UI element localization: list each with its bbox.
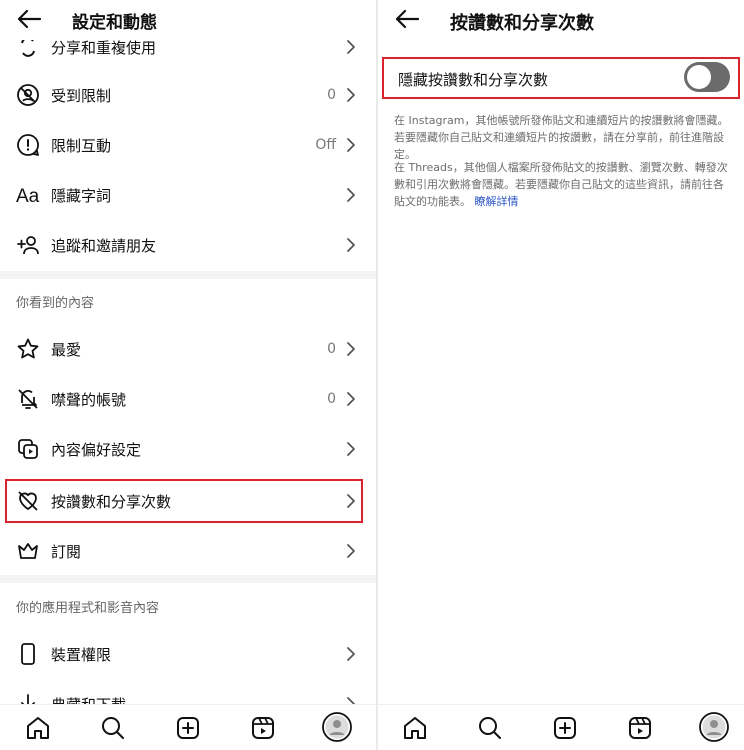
- settings-item-label: 裝置權限: [51, 645, 112, 664]
- chevron-right-icon: [347, 442, 355, 456]
- profile-icon[interactable]: [699, 712, 729, 742]
- reels-icon[interactable]: [250, 715, 276, 741]
- settings-item-label: 限制互動: [51, 136, 112, 155]
- create-icon[interactable]: [175, 715, 201, 741]
- settings-item-device-permissions[interactable]: 裝置權限: [0, 629, 376, 679]
- bottom-nav: [0, 704, 376, 750]
- like-share-counts-panel: 按讚數和分享次數 隱藏按讚數和分享次數 在 Instagram，其他帳號所發佈貼…: [378, 0, 744, 750]
- create-icon[interactable]: [552, 715, 578, 741]
- add-person-icon: [16, 233, 40, 257]
- settings-item-label: 受到限制: [51, 86, 112, 105]
- content-preferences-icon: [16, 437, 40, 461]
- section-heading: 你的應用程式和影音內容: [16, 601, 160, 616]
- highlight-box: [5, 479, 363, 523]
- header: 按讚數和分享次數: [378, 0, 744, 40]
- back-arrow-icon[interactable]: [394, 8, 420, 30]
- back-arrow-icon[interactable]: [16, 8, 42, 30]
- text-aa-icon: Aa: [16, 183, 40, 207]
- highlight-box: [382, 57, 740, 99]
- chevron-right-icon: [347, 40, 355, 54]
- settings-item-value: 0: [327, 391, 336, 407]
- settings-item-restricted[interactable]: 受到限制 0: [0, 70, 376, 120]
- instagram-description: 在 Instagram，其他帳號所發佈貼文和連續短片的按讚數將會隱藏。若要隱藏你…: [394, 114, 729, 161]
- profile-icon[interactable]: [322, 712, 352, 742]
- settings-item-subscriptions[interactable]: 訂閱: [0, 526, 376, 576]
- settings-item-muted-accounts[interactable]: 噤聲的帳號 0: [0, 374, 376, 424]
- settings-item-value: 0: [327, 87, 336, 103]
- muted-bell-icon: [16, 387, 40, 411]
- chevron-right-icon: [347, 138, 355, 152]
- svg-text:Aa: Aa: [16, 186, 40, 207]
- settings-item-limit-interactions[interactable]: 限制互動 Off: [0, 120, 376, 170]
- settings-item-label: 內容偏好設定: [51, 440, 142, 459]
- star-icon: [16, 337, 40, 361]
- settings-item-follow-invite[interactable]: 追蹤和邀請朋友: [0, 220, 376, 270]
- threads-description: 在 Threads，其他個人檔案所發佈貼文的按讚數、瀏覽次數、轉發次數和引用次數…: [394, 159, 734, 210]
- chevron-right-icon: [347, 647, 355, 661]
- settings-item-label: 追蹤和邀請朋友: [51, 236, 157, 255]
- page-title: 設定和動態: [72, 13, 157, 33]
- learn-more-link[interactable]: 瞭解詳情: [475, 195, 519, 208]
- settings-activity-panel: 設定和動態 分享和重複使用 受到限制 0 限制互動 Off Aa 隱藏字詞 追蹤…: [0, 0, 376, 750]
- reels-icon[interactable]: [627, 715, 653, 741]
- phone-icon: [16, 642, 40, 666]
- settings-item-content-preferences[interactable]: 內容偏好設定: [0, 424, 376, 474]
- section-separator: [0, 271, 376, 279]
- home-icon[interactable]: [402, 715, 428, 741]
- bottom-nav: [378, 704, 744, 750]
- crown-icon: [16, 539, 40, 563]
- chevron-right-icon: [347, 392, 355, 406]
- settings-item-favorites[interactable]: 最愛 0: [0, 324, 376, 374]
- header: 設定和動態: [0, 0, 376, 40]
- restricted-icon: [16, 83, 40, 107]
- settings-item-label: 噤聲的帳號: [51, 390, 127, 409]
- chevron-right-icon: [347, 342, 355, 356]
- chevron-right-icon: [347, 188, 355, 202]
- section-separator: [0, 575, 376, 583]
- settings-item-label: 最愛: [51, 340, 82, 359]
- threads-description-text: 在 Threads，其他個人檔案所發佈貼文的按讚數、瀏覽次數、轉發次數和引用次數…: [394, 161, 728, 208]
- settings-item-hidden-words[interactable]: Aa 隱藏字詞: [0, 170, 376, 220]
- settings-item-label: 隱藏字詞: [51, 186, 112, 205]
- search-icon[interactable]: [477, 715, 503, 741]
- home-icon[interactable]: [25, 715, 51, 741]
- settings-item-label: 訂閱: [51, 542, 82, 561]
- settings-item-value: Off: [315, 137, 336, 153]
- search-icon[interactable]: [100, 715, 126, 741]
- chevron-right-icon: [347, 238, 355, 252]
- page-title: 按讚數和分享次數: [450, 13, 594, 34]
- chevron-right-icon: [347, 88, 355, 102]
- section-heading: 你看到的內容: [16, 296, 95, 311]
- limit-interactions-icon: [16, 133, 40, 157]
- chevron-right-icon: [347, 544, 355, 558]
- settings-item-value: 0: [327, 341, 336, 357]
